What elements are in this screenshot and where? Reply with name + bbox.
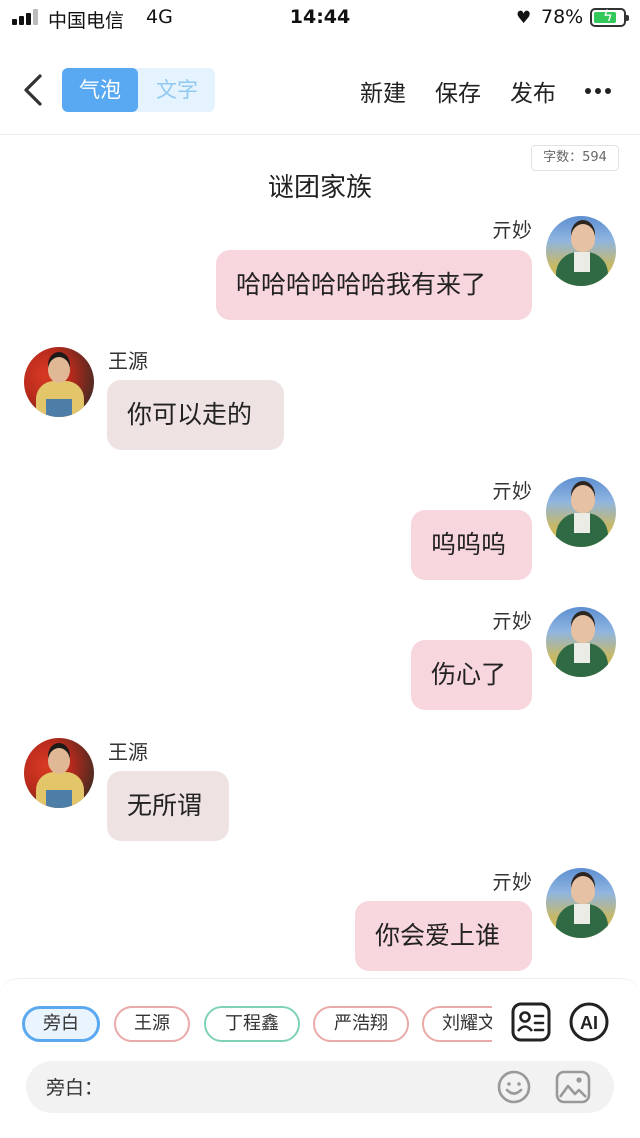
message-bubble[interactable]: 无所谓	[107, 771, 229, 841]
role-chip[interactable]: 王源	[114, 1006, 190, 1042]
role-chip[interactable]: 刘耀文	[422, 1006, 492, 1042]
status-bar: 中国电信 4G 14:44 ♥ 78% ϟ	[0, 0, 640, 36]
speaker-name: 王源	[108, 740, 148, 764]
emoji-icon[interactable]	[496, 1069, 532, 1105]
role-chip[interactable]: 丁程鑫	[204, 1006, 300, 1042]
avatar[interactable]	[24, 347, 94, 417]
tab-text[interactable]: 文字	[139, 68, 215, 112]
avatar[interactable]	[546, 868, 616, 938]
story-title[interactable]: 谜团家族	[0, 167, 640, 204]
role-selector: 旁白 王源 丁程鑫 严浩翔 刘耀文	[0, 1003, 492, 1045]
message-bubble[interactable]: 伤心了	[411, 640, 532, 710]
ai-button[interactable]: AI	[568, 1001, 610, 1043]
nav-bar: 气泡 文字 新建 保存 发布	[0, 60, 640, 122]
more-icon[interactable]	[585, 88, 615, 96]
message-bubble[interactable]: 你会爱上谁	[355, 901, 532, 971]
message-input[interactable]	[110, 1069, 490, 1105]
speaker-name: 亓妙	[492, 870, 532, 894]
bottom-panel: 旁白 王源 丁程鑫 严浩翔 刘耀文 AI 旁白：	[0, 978, 640, 1138]
input-role-label: 旁白：	[46, 1077, 104, 1099]
speaker-name: 亓妙	[492, 218, 532, 242]
role-chip-narrator[interactable]: 旁白	[22, 1006, 100, 1042]
image-icon[interactable]	[554, 1069, 592, 1105]
avatar[interactable]	[546, 607, 616, 677]
ai-label: AI	[580, 1013, 598, 1033]
new-button[interactable]: 新建	[360, 74, 406, 108]
charging-bolt-icon: ϟ	[603, 7, 613, 25]
back-arrow-icon[interactable]	[16, 70, 56, 110]
message-bubble[interactable]: 哈哈哈哈哈哈我有来了	[216, 250, 532, 320]
input-bar: 旁白：	[26, 1061, 614, 1113]
publish-button[interactable]: 发布	[510, 74, 556, 108]
heart-icon: ♥	[516, 8, 532, 28]
speaker-name: 亓妙	[492, 609, 532, 633]
speaker-name: 亓妙	[492, 479, 532, 503]
tab-bubble[interactable]: 气泡	[62, 68, 138, 112]
battery-percent: 78%	[541, 6, 584, 28]
header-divider	[0, 134, 640, 135]
message-bubble[interactable]: 呜呜呜	[411, 510, 532, 580]
role-chip[interactable]: 严浩翔	[313, 1006, 409, 1042]
save-button[interactable]: 保存	[435, 74, 481, 108]
battery-icon: ϟ	[590, 7, 629, 27]
role-list-icon[interactable]	[510, 1001, 552, 1043]
message-bubble[interactable]: 你可以走的	[107, 380, 284, 450]
avatar[interactable]	[546, 216, 616, 286]
speaker-name: 王源	[108, 349, 148, 373]
avatar[interactable]	[24, 738, 94, 808]
mode-toggle: 气泡 文字	[62, 68, 215, 112]
avatar[interactable]	[546, 477, 616, 547]
